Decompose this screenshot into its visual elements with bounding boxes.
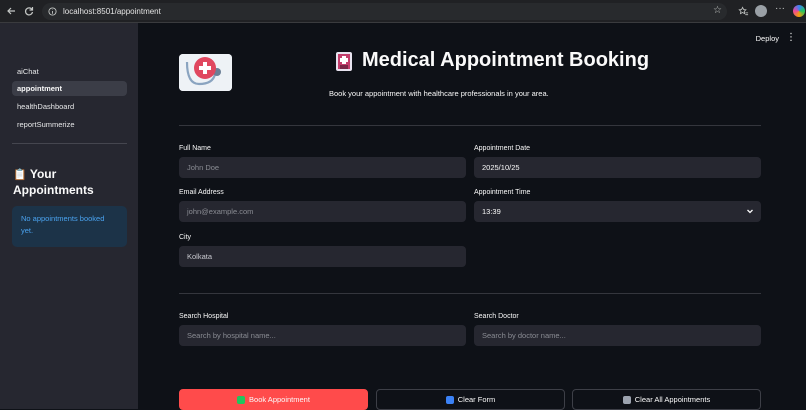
trash-icon	[622, 395, 631, 404]
sidebar-item-appointment[interactable]: appointment	[12, 81, 127, 96]
sidebar-item-report-summerize[interactable]: reportSummerize	[12, 117, 127, 132]
section-divider	[179, 125, 761, 126]
url-text: localhost:8501/appointment	[63, 7, 161, 16]
page-subtitle: Book your appointment with healthcare pr…	[329, 89, 549, 98]
full-name-label: Full Name	[179, 145, 211, 152]
hospital-icon	[336, 51, 352, 71]
more-menu-icon[interactable]: ···	[775, 3, 785, 14]
profile-avatar[interactable]	[755, 5, 767, 17]
appointment-time-select[interactable]: 13:39	[474, 201, 761, 222]
email-input[interactable]: john@example.com	[179, 201, 466, 222]
medical-kit-image	[179, 54, 232, 91]
favorites-icon[interactable]	[736, 4, 750, 18]
check-icon	[237, 395, 246, 404]
appointment-date-input[interactable]: 2025/10/25	[474, 157, 761, 178]
city-input[interactable]: Kolkata	[179, 246, 466, 267]
reload-icon[interactable]	[22, 4, 36, 18]
main-menu-icon[interactable]: ⋮	[786, 32, 796, 43]
search-doctor-input[interactable]: Search by doctor name...	[474, 325, 761, 346]
search-doctor-label: Search Doctor	[474, 313, 519, 320]
full-name-input[interactable]: John Doe	[179, 157, 466, 178]
city-label: City	[179, 234, 192, 241]
page-title-row: Medical Appointment Booking	[334, 49, 649, 72]
site-info-icon[interactable]	[48, 3, 57, 21]
sidebar-divider	[12, 143, 127, 144]
back-arrow-icon[interactable]	[4, 4, 18, 18]
browser-toolbar: localhost:8501/appointment ☆ ···	[0, 0, 806, 23]
email-label: Email Address	[179, 189, 224, 196]
appointment-time-value: 13:39	[482, 207, 501, 216]
book-appointment-label: Book Appointment	[249, 395, 310, 404]
no-appointments-info: No appointments booked yet.	[12, 206, 127, 247]
sidebar: aiChat appointment healthDashboard repor…	[0, 23, 138, 409]
book-appointment-button[interactable]: Book Appointment	[179, 389, 368, 410]
clear-form-label: Clear Form	[457, 395, 496, 404]
page-title: Medical Appointment Booking	[362, 49, 650, 71]
appointment-time-label: Appointment Time	[474, 189, 531, 196]
clear-form-button[interactable]: Clear Form	[376, 389, 565, 410]
appointment-date-label: Appointment Date	[474, 145, 531, 152]
copilot-icon[interactable]	[793, 5, 805, 17]
search-hospital-label: Search Hospital	[179, 313, 229, 320]
section-divider-2	[179, 293, 761, 294]
chevron-down-icon	[746, 201, 754, 230]
appointments-heading: 📋 Your Appointments	[13, 167, 128, 198]
address-bar[interactable]: localhost:8501/appointment ☆	[42, 3, 727, 20]
search-hospital-input[interactable]: Search by hospital name...	[179, 325, 466, 346]
sidebar-item-health-dashboard[interactable]: healthDashboard	[12, 99, 127, 114]
clear-all-appointments-button[interactable]: Clear All Appointments	[572, 389, 761, 410]
main-content: Deploy ⋮ Medical Appointment Booking Boo…	[138, 23, 806, 410]
sidebar-item-aichat[interactable]: aiChat	[12, 64, 127, 79]
deploy-button[interactable]: Deploy	[756, 34, 779, 43]
clear-all-label: Clear All Appointments	[634, 395, 711, 404]
clipboard-icon: 📋	[13, 169, 27, 181]
bookmark-star-icon[interactable]: ☆	[713, 5, 722, 16]
refresh-icon	[445, 395, 454, 404]
